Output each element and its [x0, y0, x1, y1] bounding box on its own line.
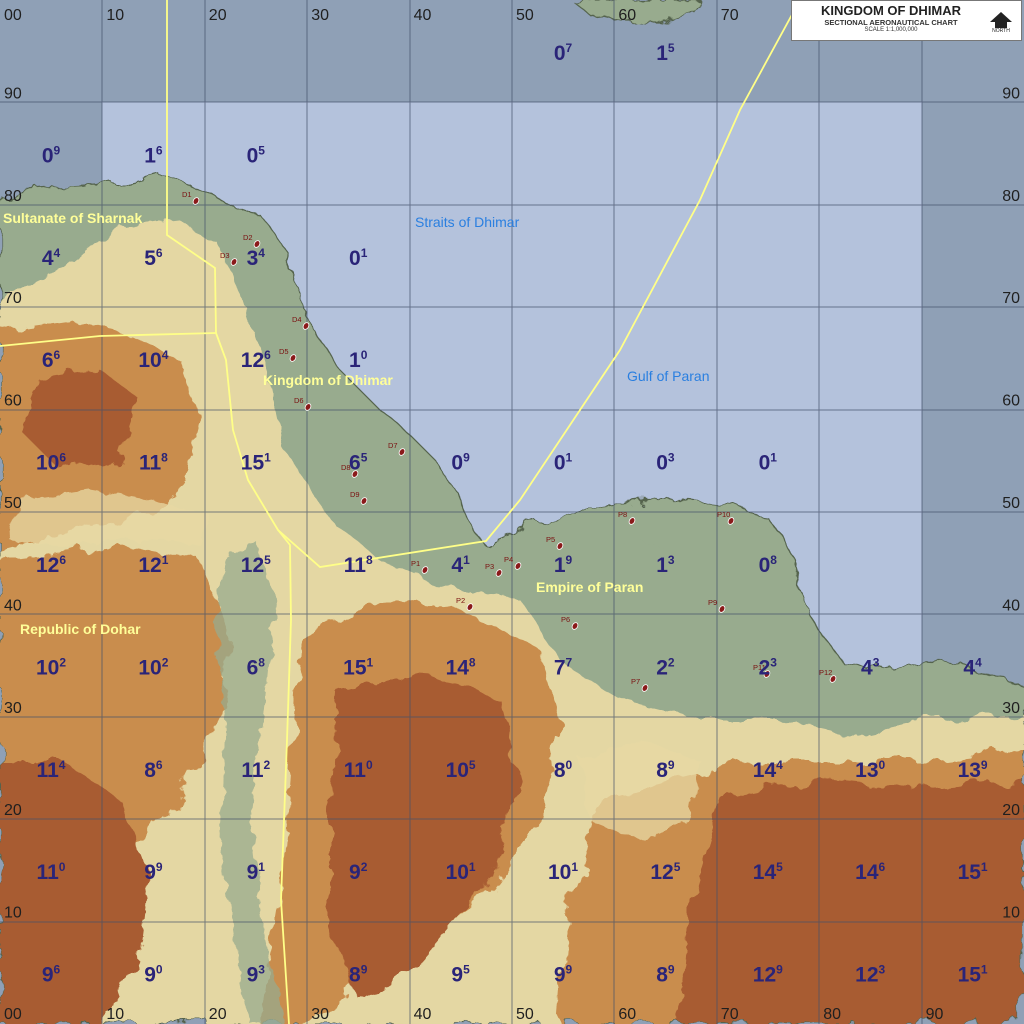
- waypoint-label: D6: [294, 396, 304, 405]
- grid-label-bottom: 20: [209, 1006, 227, 1023]
- grid-label-bottom: 70: [721, 1006, 739, 1023]
- waypoint-label: D4: [292, 315, 302, 324]
- country-label: Empire of Paran: [536, 579, 643, 595]
- grid-label-bottom: 10: [106, 1006, 124, 1023]
- waypoint-label: D5: [279, 347, 289, 356]
- country-label: Republic of Dohar: [20, 621, 141, 637]
- grid-label-left: 30: [4, 700, 22, 717]
- waypoint-label: P2: [456, 596, 465, 605]
- grid-label-left: 70: [4, 290, 22, 307]
- grid-label-top: 60: [618, 7, 636, 24]
- waypoint-label: D2: [243, 233, 253, 242]
- grid-label-right: 70: [1002, 290, 1020, 307]
- grid-label-left: 90: [4, 85, 22, 102]
- grid-label-top: 40: [414, 7, 432, 24]
- waypoint-label: P5: [546, 535, 555, 544]
- grid-label-right: 40: [1002, 597, 1020, 614]
- grid-label-bottom: 50: [516, 1006, 534, 1023]
- waypoint-label: D9: [350, 490, 360, 499]
- water-body-label: Gulf of Paran: [627, 368, 710, 384]
- grid-label-right: 80: [1002, 188, 1020, 205]
- waypoint-label: P7: [631, 677, 640, 686]
- waypoint-label: D1: [182, 190, 192, 199]
- grid-label-top: 70: [721, 7, 739, 24]
- grid-label-right: 10: [1002, 905, 1020, 922]
- grid-label-right: 30: [1002, 700, 1020, 717]
- grid-label-bottom: 00: [4, 1006, 22, 1023]
- grid-label-bottom: 80: [823, 1006, 841, 1023]
- waypoint-label: D7: [388, 441, 398, 450]
- legend-subtitle: SECTIONAL AERONAUTICAL CHART: [824, 18, 958, 27]
- north-label: NORTH: [992, 28, 1010, 34]
- grid-label-left: 60: [4, 393, 22, 410]
- grid-label-left: 40: [4, 597, 22, 614]
- grid-label-bottom: 30: [311, 1006, 329, 1023]
- grid-label-top: 50: [516, 7, 534, 24]
- waypoint-label: P1: [411, 559, 420, 568]
- waypoint-label: P6: [561, 615, 570, 624]
- legend-title: KINGDOM OF DHIMAR: [820, 3, 962, 18]
- grid-label-top: 00: [4, 7, 22, 24]
- water-body-label: Straits of Dhimar: [415, 214, 520, 230]
- grid-label-top: 30: [311, 7, 329, 24]
- waypoint-label: P9: [708, 598, 717, 607]
- waypoint-label: P8: [618, 510, 627, 519]
- waypoint-label: P3: [485, 562, 494, 571]
- waypoint-label: P10: [717, 510, 730, 519]
- sectional-chart-map[interactable]: 00 00 10 10 20 20 30 30 40 40 50 50 60 60 70 70 80 80 90 90…: [0, 0, 1024, 1024]
- grid-label-bottom: 90: [926, 1006, 944, 1023]
- grid-label-top: 10: [106, 7, 124, 24]
- grid-label-bottom: 40: [414, 1006, 432, 1023]
- waypoint-label: D3: [220, 251, 230, 260]
- grid-label-top: 20: [209, 7, 227, 24]
- grid-label-left: 50: [4, 495, 22, 512]
- grid-label-bottom: 60: [618, 1006, 636, 1023]
- country-label: Sultanate of Sharnak: [3, 210, 142, 226]
- grid-label-right: 50: [1002, 495, 1020, 512]
- waypoint-label: P12: [819, 668, 832, 677]
- grid-label-right: 90: [1002, 85, 1020, 102]
- grid-label-left: 80: [4, 188, 22, 205]
- grid-label-right: 20: [1002, 802, 1020, 819]
- grid-label-left: 20: [4, 802, 22, 819]
- chart-legend: KINGDOM OF DHIMAR SECTIONAL AERONAUTICAL…: [791, 0, 1022, 41]
- grid-label-right: 60: [1002, 393, 1020, 410]
- country-label: Kingdom of Dhimar: [263, 372, 393, 388]
- waypoint-label: P4: [504, 555, 513, 564]
- legend-scale: SCALE 1:1,000,000: [864, 27, 918, 33]
- grid-label-left: 10: [4, 905, 22, 922]
